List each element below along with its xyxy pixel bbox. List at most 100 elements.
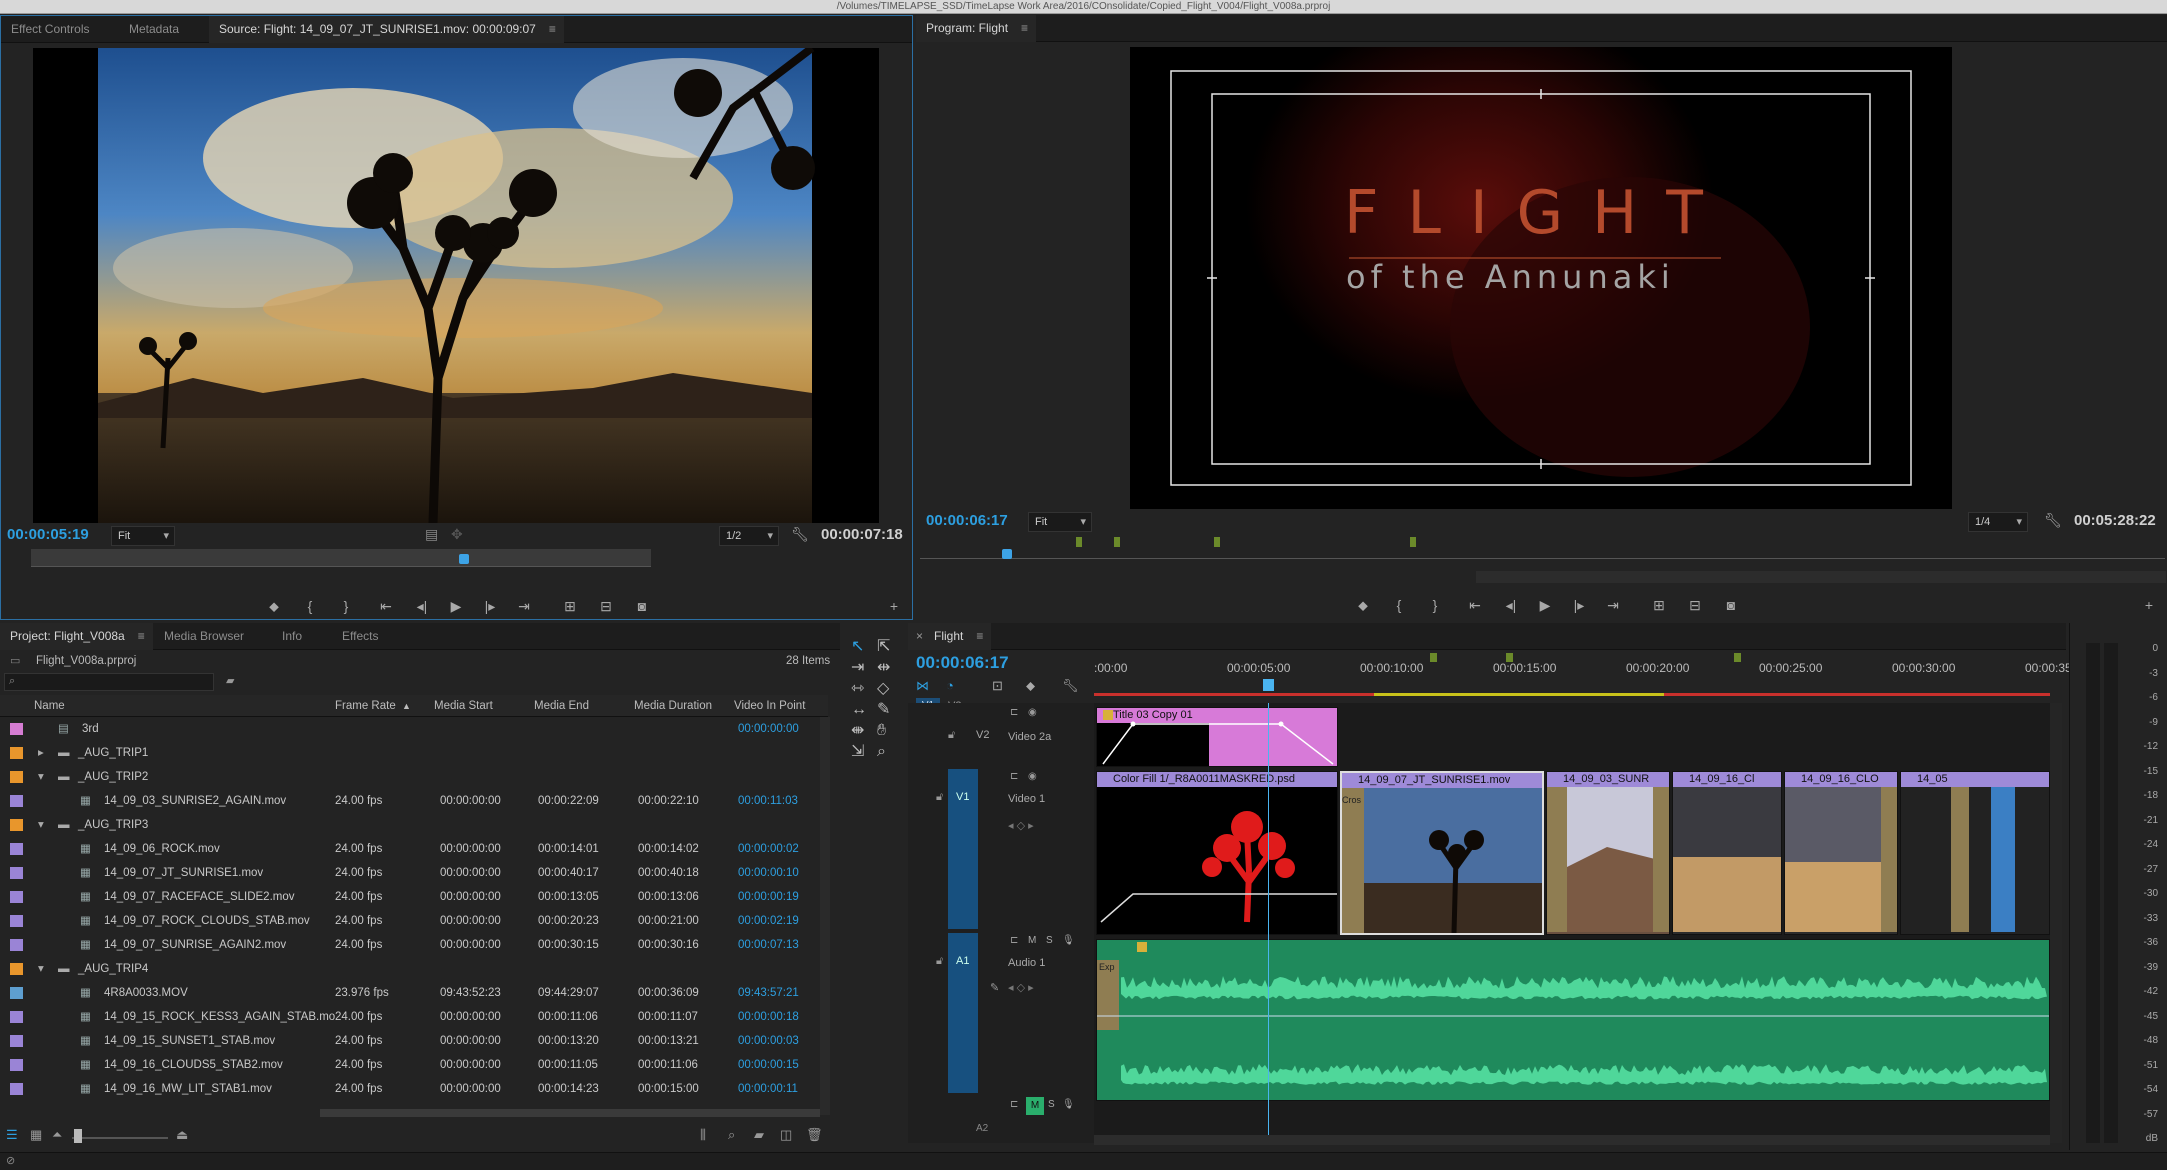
program-video-frame[interactable]: FLIGHT of the Annunaki	[1130, 47, 1952, 509]
source-playhead[interactable]	[459, 554, 469, 564]
selection-tool-icon[interactable]: ↖	[851, 636, 864, 657]
cross-dissolve-transition[interactable]	[1951, 787, 1969, 932]
source-fit-dropdown[interactable]: Fit	[111, 526, 175, 546]
label-color-swatch[interactable]	[10, 1059, 23, 1071]
source-resolution-dropdown[interactable]: 1/2	[719, 526, 779, 546]
add-button-icon[interactable]: +	[881, 596, 907, 616]
clip-clouds2[interactable]: 14_09_16_CLO	[1784, 771, 1898, 935]
tab-media-browser[interactable]: Media Browser	[154, 623, 254, 650]
keyframe-nav-icon[interactable]: ◂ ◇ ▸	[1008, 819, 1034, 832]
tab-effects[interactable]: Effects	[332, 623, 388, 650]
panel-menu-icon[interactable]: ≡	[138, 623, 145, 650]
camera-icon[interactable]: ◙	[629, 596, 655, 616]
new-bin-footer-icon[interactable]: ▰	[754, 1127, 764, 1143]
table-row[interactable]: ▸ ▬ _AUG_TRIP1	[0, 741, 820, 765]
a2-track-label[interactable]: A2	[976, 1123, 988, 1134]
clip-sunrise2[interactable]: 14_09_03_SUNR	[1546, 771, 1670, 935]
marker[interactable]	[1410, 537, 1416, 547]
tab-source[interactable]: Source: Flight: 14_09_07_JT_SUNRISE1.mov…	[209, 16, 564, 43]
insert-icon[interactable]: ⊞	[557, 596, 583, 616]
label-color-swatch[interactable]	[10, 939, 23, 951]
mark-out-icon[interactable]: }	[333, 596, 359, 616]
marker[interactable]	[1214, 537, 1220, 547]
a1-mute-button[interactable]: M	[1028, 935, 1036, 946]
v2-track-name[interactable]: Video 2a	[1008, 731, 1051, 743]
cross-dissolve-transition[interactable]	[1653, 787, 1669, 932]
a1-track-name[interactable]: Audio 1	[1008, 957, 1045, 969]
label-color-swatch[interactable]	[10, 987, 23, 999]
title-clip[interactable]: Title 03 Copy 01	[1096, 707, 1338, 767]
label-color-swatch[interactable]	[10, 843, 23, 855]
a2-mute-button[interactable]: M	[1026, 1097, 1044, 1115]
v2-track-label[interactable]: V2	[976, 729, 989, 741]
marker[interactable]	[1076, 537, 1082, 547]
sync-lock-icon[interactable]: ⊏	[1010, 707, 1018, 718]
sequence-marker[interactable]	[1506, 653, 1513, 662]
table-row[interactable]: ▦ 14_09_16_MW_LIT_STAB1.mov 24.00 fps 00:00…	[0, 1077, 820, 1101]
program-time-ruler[interactable]	[920, 535, 2165, 559]
new-item-icon[interactable]: ◫	[780, 1127, 792, 1143]
col-video-in-point[interactable]: Video In Point	[734, 695, 805, 717]
label-color-swatch[interactable]	[10, 747, 23, 759]
tab-metadata[interactable]: Metadata	[119, 16, 189, 43]
step-back-icon[interactable]: ◂|	[409, 596, 435, 616]
label-color-swatch[interactable]	[10, 1011, 23, 1023]
disclosure-closed-icon[interactable]: ▸	[38, 741, 44, 765]
export-frame-icon[interactable]: ▤	[425, 526, 438, 543]
cross-dissolve-transition[interactable]	[1881, 787, 1897, 932]
sync-lock-icon[interactable]: ⊏	[1010, 1099, 1018, 1110]
mark-in-icon[interactable]: {	[1386, 595, 1412, 615]
table-row[interactable]: ▾ ▬ _AUG_TRIP3	[0, 813, 820, 837]
add-marker-icon[interactable]: ⬥	[261, 596, 287, 616]
timeline-hscroll[interactable]	[1094, 1135, 2050, 1145]
v1-track-name[interactable]: Video 1	[1008, 793, 1045, 805]
sync-lock-icon[interactable]: ⊏	[1010, 771, 1018, 782]
program-scrollbar[interactable]	[1476, 571, 2166, 583]
timeline-playhead-handle[interactable]	[1263, 679, 1274, 691]
play-icon[interactable]: ▶	[1532, 595, 1558, 615]
lock-icon[interactable]: 🔓︎	[936, 791, 943, 804]
source-time-ruler[interactable]	[31, 549, 651, 567]
col-media-start[interactable]: Media Start	[434, 695, 493, 717]
source-current-time[interactable]: 00:00:05:19	[7, 526, 89, 543]
rolling-edit-tool-icon[interactable]: ⇹	[877, 657, 890, 678]
list-view-icon[interactable]: ☰	[6, 1127, 18, 1143]
tab-effect-controls[interactable]: Effect Controls	[1, 16, 99, 43]
step-back-icon[interactable]: ◂|	[1498, 595, 1524, 615]
label-color-swatch[interactable]	[10, 795, 23, 807]
label-color-swatch[interactable]	[10, 963, 23, 975]
tab-info[interactable]: Info	[272, 623, 312, 650]
source-video-frame[interactable]	[33, 48, 879, 523]
timeline-ruler[interactable]: :00:00 00:00:05:00 00:00:10:00 00:00:15:00 0…	[1094, 653, 2082, 699]
table-row[interactable]: ▦ 14_09_15_ROCK_KESS3_AGAIN_STAB.mo 24.00 …	[0, 1005, 820, 1029]
cross-dissolve-transition[interactable]	[1342, 788, 1364, 933]
table-row[interactable]: ▦ 14_09_07_RACEFACE_SLIDE2.mov 24.00 fps 00…	[0, 885, 820, 909]
audio-clip[interactable]: Exp	[1096, 939, 2050, 1101]
find-icon[interactable]: ⌕	[728, 1127, 735, 1143]
snap-icon[interactable]: ⋈	[916, 678, 929, 694]
go-to-out-icon[interactable]: ⇥	[511, 596, 537, 616]
wrench-icon[interactable]: 🔧︎	[791, 526, 809, 543]
tab-project[interactable]: Project: Flight_V008a ≡	[0, 623, 153, 650]
mark-out-icon[interactable]: }	[1422, 595, 1448, 615]
sync-lock-icon[interactable]: ⊏	[1010, 935, 1018, 946]
zoom-slider[interactable]	[72, 1137, 168, 1139]
lock-icon[interactable]: 🔓︎	[936, 955, 943, 968]
mark-in-icon[interactable]: {	[297, 596, 323, 616]
go-to-in-icon[interactable]: ⇤	[1462, 595, 1488, 615]
razor-tool-icon[interactable]: ◇	[877, 678, 889, 699]
camera-icon[interactable]: ◙	[1718, 595, 1744, 615]
marker[interactable]	[1114, 537, 1120, 547]
play-icon[interactable]: ▶	[443, 596, 469, 616]
label-color-swatch[interactable]	[10, 771, 23, 783]
zoom-thumb[interactable]	[74, 1129, 82, 1143]
panel-menu-icon[interactable]: ≡	[976, 623, 983, 650]
keyframe-nav-icon[interactable]: ◂ ◇ ▸	[1008, 981, 1034, 994]
a1-solo-button[interactable]: S	[1046, 935, 1053, 946]
ripple-edit-tool-icon[interactable]: ⇥	[851, 657, 864, 678]
table-row[interactable]: ▦ 4R8A0033.MOV 23.976 fps 09:43:52:23 09:44:…	[0, 981, 820, 1005]
step-forward-icon[interactable]: |▸	[1566, 595, 1592, 615]
close-icon[interactable]: ×	[916, 623, 923, 650]
a2-solo-button[interactable]: S	[1048, 1099, 1055, 1110]
zoom-tool-icon[interactable]: ⌕	[877, 741, 886, 762]
